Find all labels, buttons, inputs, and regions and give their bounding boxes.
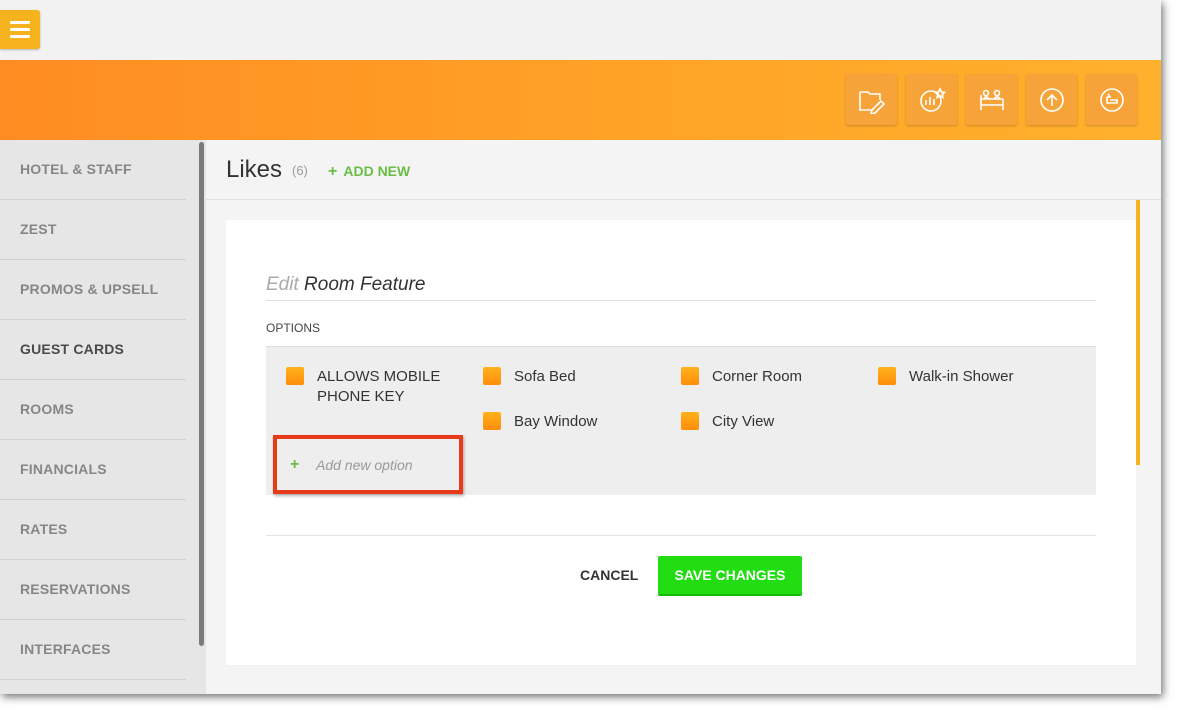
option-label: Corner Room [712, 368, 803, 385]
sidebar-item-zest[interactable]: ZEST [0, 200, 186, 260]
add-new-button[interactable]: + ADD NEW [328, 163, 410, 181]
chart-star-icon[interactable] [906, 74, 957, 125]
edit-heading: Edit Room Feature [266, 274, 425, 296]
sidebar-item-label: INTERFACES [20, 641, 111, 657]
options-heading: OPTIONS [266, 321, 321, 335]
option-color-square [878, 367, 896, 385]
option-color-square [681, 412, 699, 430]
option-color-square [681, 367, 699, 385]
sidebar-item-label: HOTEL & STAFF [20, 161, 132, 177]
divider [266, 300, 1096, 301]
sidebar-item-hotel-staff[interactable]: HOTEL & STAFF [0, 140, 186, 200]
page-title: Likes [226, 156, 283, 183]
divider [266, 535, 1096, 536]
sidebar-item-label: GUEST CARDS [20, 341, 125, 357]
sidebar: HOTEL & STAFF ZEST PROMOS & UPSELL GUEST… [0, 140, 206, 694]
option-label: ALLOWS MOBILE PHONE KEY [317, 368, 441, 405]
sidebar-item-reservations[interactable]: RESERVATIONS [0, 560, 186, 620]
logout-icon[interactable] [1086, 74, 1137, 125]
option-label: City View [712, 413, 775, 430]
sidebar-item-interfaces[interactable]: INTERFACES [0, 620, 186, 680]
save-changes-button[interactable]: SAVE CHANGES [658, 556, 802, 596]
item-count: (6) [292, 163, 308, 178]
option-color-square [483, 412, 501, 430]
options-container: ALLOWS MOBILE PHONE KEY Sofa Bed Corner … [266, 346, 1096, 495]
option-label: Bay Window [514, 413, 598, 430]
upload-icon[interactable] [1026, 74, 1077, 125]
app-window: HOTEL & STAFF ZEST PROMOS & UPSELL GUEST… [0, 0, 1161, 694]
sidebar-item-promos-upsell[interactable]: PROMOS & UPSELL [0, 260, 186, 320]
hamburger-menu-icon[interactable] [0, 10, 40, 49]
guest-bed-icon[interactable] [966, 74, 1017, 125]
sidebar-item-guest-cards[interactable]: GUEST CARDS [0, 320, 186, 380]
edit-card: Edit Room Feature OPTIONS ALLOWS MOBILE … [226, 220, 1136, 665]
folder-edit-icon[interactable] [846, 74, 897, 125]
plus-icon: + [328, 163, 338, 180]
add-new-label: ADD NEW [343, 163, 411, 179]
main-content: Likes (6) + ADD NEW Edit Room Feature OPT… [206, 140, 1161, 694]
sidebar-item-label: ROOMS [20, 401, 74, 417]
edit-prefix: Edit [266, 274, 299, 295]
cancel-button[interactable]: CANCEL [580, 567, 638, 583]
scroll-indicator[interactable] [1136, 200, 1140, 465]
highlight-box [273, 435, 463, 494]
option-label: Walk-in Shower [909, 368, 1014, 385]
edit-subject: Room Feature [304, 274, 426, 295]
sidebar-item-label: RATES [20, 521, 68, 537]
sidebar-item-financials[interactable]: FINANCIALS [0, 440, 186, 500]
option-color-square [483, 367, 501, 385]
option-color-square [286, 367, 304, 385]
sidebar-scrollbar[interactable] [199, 142, 204, 646]
option-label: Sofa Bed [514, 368, 576, 385]
sidebar-item-label: RESERVATIONS [20, 581, 131, 597]
sidebar-item-label: FINANCIALS [20, 461, 107, 477]
sidebar-item-rooms[interactable]: ROOMS [0, 380, 186, 440]
top-bar [0, 0, 1161, 60]
sidebar-item-label: ZEST [20, 221, 57, 237]
sidebar-item-rates[interactable]: RATES [0, 500, 186, 560]
page-title-row: Likes (6) + ADD NEW [206, 140, 1161, 200]
header-bar [0, 60, 1161, 140]
sidebar-item-label: PROMOS & UPSELL [20, 281, 159, 297]
